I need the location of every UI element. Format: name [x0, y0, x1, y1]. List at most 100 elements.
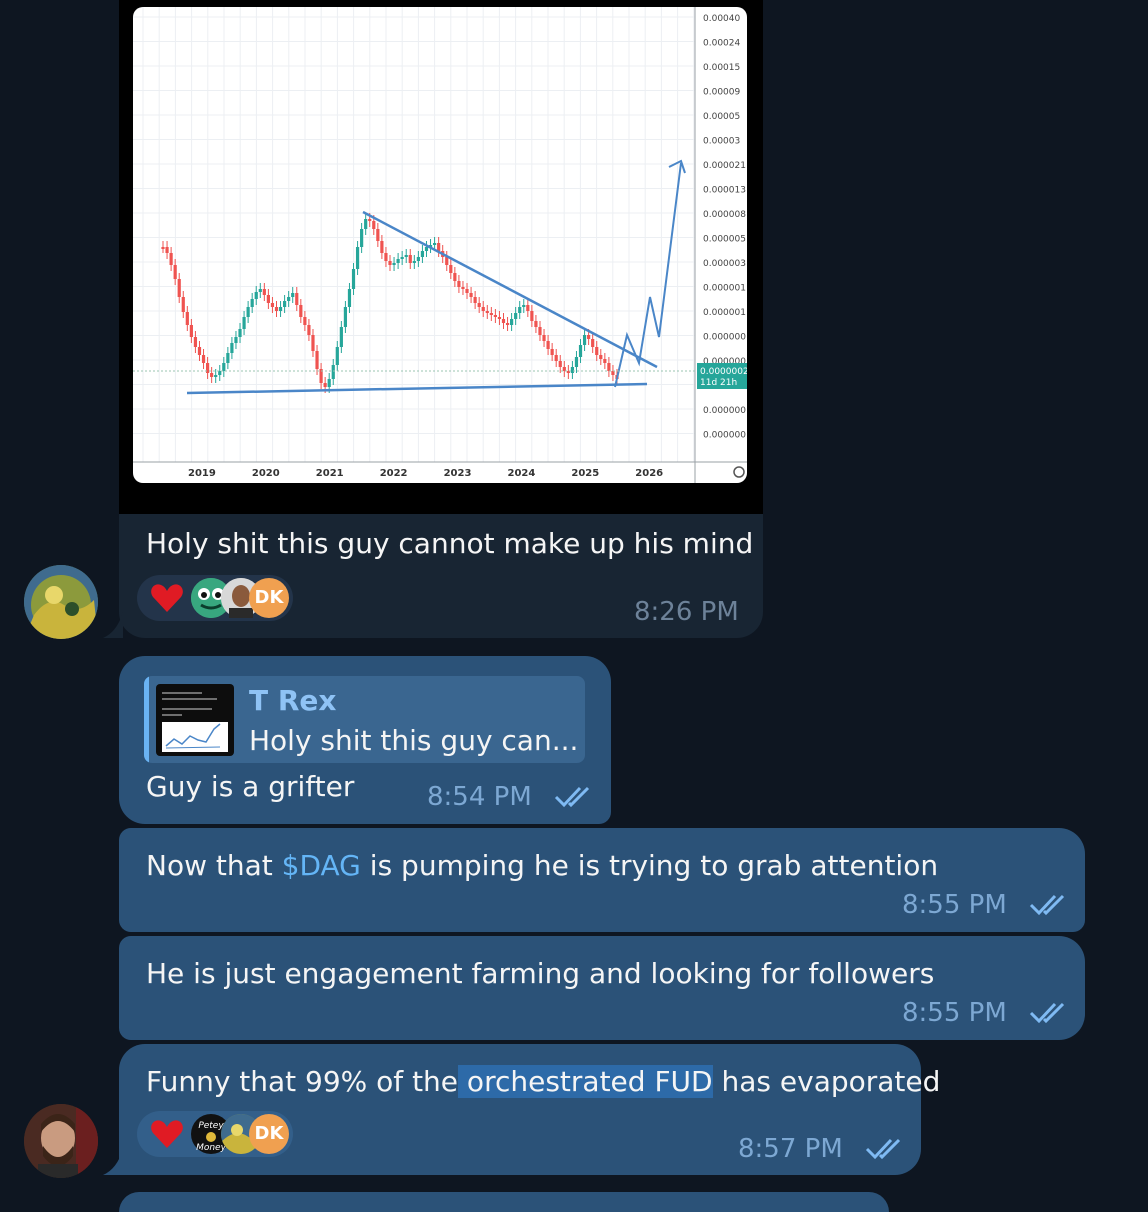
- selected-text[interactable]: orchestrated FUD: [458, 1065, 713, 1098]
- message-time: 8:55 PM: [902, 998, 1007, 1028]
- candle-body: [489, 313, 493, 315]
- read-checkmarks-icon: [865, 1136, 905, 1164]
- candle-body: [550, 349, 554, 355]
- message-time: 8:57 PM: [738, 1134, 843, 1164]
- candle-body: [432, 243, 437, 245]
- candle-body: [611, 371, 615, 375]
- dk-avatar-icon[interactable]: DK: [249, 1114, 289, 1154]
- candle-body: [307, 325, 311, 335]
- candle-body: [238, 329, 242, 337]
- arrow-head-icon: [668, 159, 686, 174]
- message-text: He is just engagement farming and lookin…: [146, 957, 935, 990]
- candle-body: [404, 255, 408, 257]
- candle-body: [283, 301, 287, 307]
- candle-body: [193, 337, 198, 347]
- reactions-bar[interactable]: DK: [137, 575, 293, 621]
- candle-body: [558, 361, 562, 367]
- y-tick-label: 0.000021: [703, 161, 746, 171]
- message-time: 8:55 PM: [902, 890, 1007, 920]
- candle-body: [177, 279, 181, 297]
- reply-thumbnail: [156, 684, 234, 756]
- message-text-part: has evaporated: [712, 1065, 941, 1098]
- candle-body: [274, 307, 279, 311]
- projection-path: [614, 162, 682, 388]
- chart-settings-icon: [733, 466, 745, 478]
- candle-body: [165, 247, 169, 253]
- candle-body: [522, 305, 526, 307]
- candle-body: [315, 351, 319, 369]
- candle-body: [335, 347, 339, 365]
- candle-body: [380, 241, 384, 253]
- y-tick-label: 0.00015: [703, 63, 740, 73]
- y-tick-label: 0.000000: [703, 406, 746, 416]
- sender-avatar[interactable]: [24, 565, 98, 639]
- candle-body: [526, 305, 530, 311]
- candle-body: [197, 347, 202, 355]
- candle-body: [323, 383, 327, 387]
- candle-body: [534, 321, 538, 327]
- candle-body: [210, 373, 214, 377]
- heart-reaction-icon[interactable]: [149, 1116, 185, 1152]
- y-tick-label: 0.000001: [703, 308, 746, 318]
- candle-body: [449, 265, 453, 273]
- candle-body: [562, 367, 566, 371]
- candle-body: [514, 313, 518, 319]
- bubble-tail: [103, 1149, 123, 1175]
- candle-body: [360, 229, 364, 247]
- heart-reaction-icon[interactable]: [149, 580, 185, 616]
- candle-body: [497, 317, 502, 319]
- candle-body: [327, 379, 331, 387]
- message-text: Now that $DAG is pumping he is trying to…: [146, 849, 938, 882]
- message-text: Holy shit this guy cannot make up his mi…: [146, 527, 754, 560]
- y-tick-label: 0.000000: [703, 431, 746, 441]
- message-time: 8:54 PM: [427, 782, 532, 812]
- candle-body: [416, 257, 420, 261]
- reply-author: T Rex: [249, 684, 337, 717]
- price-tag-value: 0.0000002: [700, 367, 747, 377]
- message-text: Funny that 99% of the orchestrated FUD h…: [146, 1065, 940, 1098]
- candle-body: [420, 251, 425, 257]
- candle-body: [538, 327, 542, 335]
- next-message-bubble[interactable]: [119, 1192, 889, 1212]
- message-bubble[interactable]: He is just engagement farming and lookin…: [119, 936, 1085, 1040]
- candle-body: [493, 315, 497, 317]
- candle-body: [230, 343, 234, 353]
- message-bubble[interactable]: Funny that 99% of the orchestrated FUD h…: [119, 1044, 940, 1175]
- candle-body: [270, 303, 275, 307]
- chart-image[interactable]: 0.00040 0.00024 0.00015 0.00009 0.00005 0.000…: [119, 0, 763, 514]
- candle-body: [242, 317, 246, 329]
- candle-body: [485, 311, 489, 313]
- candle-body: [477, 303, 481, 307]
- candle-body: [351, 269, 356, 289]
- candle-body: [603, 359, 607, 363]
- candle-body: [311, 335, 315, 351]
- candle-body: [347, 289, 352, 307]
- candle-body: [424, 247, 429, 251]
- candle-body: [266, 295, 270, 303]
- candle-body: [554, 355, 558, 361]
- read-checkmarks-icon: [1029, 892, 1069, 920]
- message-text-part: is pumping he is trying to grab attentio…: [360, 849, 939, 882]
- candle-body: [595, 347, 599, 355]
- reactions-bar[interactable]: Petey Money DK: [137, 1111, 293, 1157]
- candle-body: [400, 257, 404, 259]
- message-text: Guy is a grifter: [146, 770, 355, 803]
- candle-body: [287, 297, 291, 301]
- candle-body: [591, 339, 595, 347]
- bubble-tail: [103, 612, 123, 638]
- ticker-link[interactable]: $DAG: [282, 849, 361, 882]
- candle-body: [599, 355, 603, 359]
- candle-body: [185, 312, 189, 325]
- reply-preview[interactable]: T Rex Holy shit this guy can...: [144, 676, 585, 763]
- candle-body: [214, 375, 218, 377]
- candle-body: [278, 307, 283, 311]
- x-tick-label: 2023: [444, 468, 472, 479]
- sender-avatar[interactable]: [24, 1104, 98, 1178]
- candle-body: [582, 335, 587, 345]
- message-bubble[interactable]: T Rex Holy shit this guy can... Guy is a…: [119, 656, 611, 824]
- message-bubble[interactable]: 0.00040 0.00024 0.00015 0.00009 0.00005 0.000…: [119, 0, 763, 638]
- candle-body: [331, 365, 335, 379]
- message-text-part: Now that: [146, 849, 282, 882]
- dk-avatar-icon[interactable]: DK: [249, 578, 289, 618]
- message-bubble[interactable]: Now that $DAG is pumping he is trying to…: [119, 828, 1085, 932]
